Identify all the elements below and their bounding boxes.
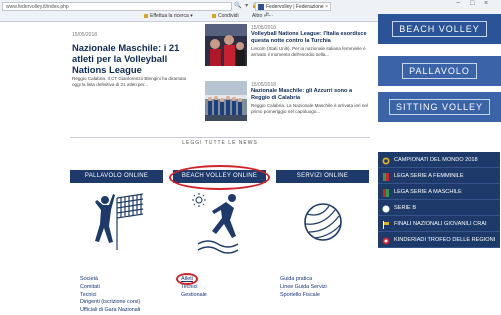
sidebar-item-finali-giovanili[interactable]: FINALI NAZIONALI GIOVANILI CRAI xyxy=(378,216,500,232)
close-tab-icon[interactable]: × xyxy=(325,3,328,11)
divider xyxy=(70,137,370,138)
tab-title: Federvolley | Federazione It... xyxy=(266,4,324,18)
address-bar[interactable]: www.federvolley.it/index.php xyxy=(2,2,232,11)
news-title[interactable]: Volleyball Nations League: l'Italia esor… xyxy=(251,31,371,44)
links-servizi: Guida pratica Linee Guida Servizi Sporte… xyxy=(280,276,327,299)
sidebar-item-lega-maschile[interactable]: LEGA SERIE A MASCHILE xyxy=(378,184,500,200)
link-comitati[interactable]: Comitati xyxy=(80,284,140,292)
bookmark-search[interactable]: Effettua la ricerca ▾ xyxy=(144,13,193,20)
trophy-icon xyxy=(382,156,390,165)
news-excerpt: Reggio Calabria. La Nazionale Maschile è… xyxy=(251,103,368,114)
column-header-pallavolo[interactable]: PALLAVOLO ONLINE xyxy=(70,170,163,183)
news-title[interactable]: Nazionale Maschile: i 21 atleti per la V… xyxy=(72,42,192,75)
bookmark-more[interactable]: Altro » xyxy=(252,13,266,20)
link-sportello-fiscale[interactable]: Sportello Fiscale xyxy=(280,292,327,300)
news-thumbnail[interactable] xyxy=(205,24,247,66)
news-thumbnail[interactable] xyxy=(205,81,247,121)
link-societa[interactable]: Società xyxy=(80,276,140,284)
close-window-button[interactable]: × xyxy=(484,0,488,7)
news-excerpt: Reggio Calabria. Il CT Gianlorenzo Bleng… xyxy=(72,76,187,87)
sidebar-item-serie-b[interactable]: SERIE B xyxy=(378,200,500,216)
serie-b-icon xyxy=(382,204,390,213)
sidebar-item-campionati[interactable]: CAMPIONATI DEL MONDO 2018 xyxy=(378,152,500,168)
lega-maschile-icon xyxy=(382,188,390,197)
link-guida-pratica[interactable]: Guida pratica xyxy=(280,276,327,284)
sidebar-item-lega-femminile[interactable]: LEGA SERIE A FEMMINILE xyxy=(378,168,500,184)
link-gestionale[interactable]: Gestionale xyxy=(181,292,207,300)
link-dirigenti[interactable]: Dirigenti (iscrizione corsi) xyxy=(80,299,140,307)
volleyball-ball-icon xyxy=(293,192,353,254)
bookmark-share[interactable]: Condividi xyxy=(212,13,239,20)
links-pallavolo: Società Comitati Tecnici Dirigenti (iscr… xyxy=(80,276,140,315)
banner-pallavolo[interactable]: PALLAVOLO xyxy=(378,56,501,86)
news-excerpt: Lincoln (Stati Uniti). Per la nazionale … xyxy=(251,46,366,57)
lega-femminile-icon xyxy=(382,172,390,181)
news-title[interactable]: Nazionale Maschile: gli Azzurri sono a R… xyxy=(251,88,371,101)
search-bookmark-icon xyxy=(144,13,148,18)
column-header-servizi[interactable]: SERVIZI ONLINE xyxy=(276,170,369,183)
link-linee-guida[interactable]: Linee Guida Servizi xyxy=(280,284,327,292)
kinderiadi-icon xyxy=(382,236,390,245)
page: 15/05/2018 Nazionale Maschile: i 21 atle… xyxy=(0,14,501,315)
maximize-button[interactable]: □ xyxy=(470,0,474,7)
sidebar-item-kinderiadi[interactable]: KINDERIADI TROFEO DELLE REGIONI xyxy=(378,232,500,248)
browser-tab[interactable]: Federvolley | Federazione It... × xyxy=(255,2,331,18)
minimize-button[interactable]: − xyxy=(456,0,460,7)
beach-volley-player-icon xyxy=(190,192,250,254)
read-all-news-link[interactable]: LEGGI TUTTE LE NEWS xyxy=(70,140,370,146)
news-date: 15/05/2018 xyxy=(72,32,98,38)
banner-beach-volley[interactable]: BEACH VOLLEY xyxy=(378,14,501,44)
share-bookmark-icon xyxy=(212,13,216,18)
link-tecnici[interactable]: Tecnici xyxy=(80,292,140,300)
banner-sitting-volley[interactable]: SITTING VOLLEY xyxy=(378,92,501,122)
sidebar-menu: CAMPIONATI DEL MONDO 2018 LEGA SERIE A F… xyxy=(378,152,500,248)
highlight-circle-atleti xyxy=(176,273,198,285)
flag-icon xyxy=(382,220,390,229)
volleyball-net-player-icon xyxy=(87,192,147,254)
favicon-icon xyxy=(258,4,264,10)
highlight-circle-beach-volley xyxy=(169,165,270,190)
